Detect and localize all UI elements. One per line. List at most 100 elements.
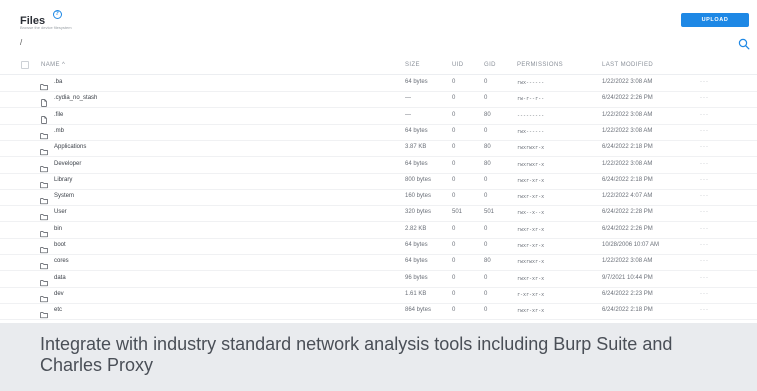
file-name[interactable]: System	[54, 193, 74, 199]
file-permissions: rwxr-xr-x	[517, 177, 545, 184]
file-modified: 6/24/2022 2:23 PM	[602, 290, 653, 297]
more-horizontal-icon[interactable]: ···	[700, 258, 709, 264]
more-horizontal-icon[interactable]: ···	[700, 95, 709, 101]
col-size-header[interactable]: SIZE	[405, 62, 420, 68]
file-size: 864 bytes	[405, 307, 432, 314]
file-name[interactable]: Library	[54, 177, 72, 183]
more-horizontal-icon[interactable]: ···	[700, 226, 709, 232]
more-horizontal-icon[interactable]: ···	[700, 291, 709, 297]
files-panel: Files ? Browse the device filesystem / U…	[0, 0, 757, 323]
folder-icon	[40, 127, 48, 140]
more-horizontal-icon[interactable]: ···	[700, 112, 709, 118]
file-permissions: rwxrwxr-x	[517, 145, 545, 152]
select-all-checkbox[interactable]	[21, 61, 29, 69]
file-permissions: rwxrwxr-x	[517, 161, 545, 168]
file-name[interactable]: boot	[54, 242, 66, 248]
file-permissions: ---------	[517, 112, 545, 119]
file-modified: 9/7/2021 10:44 PM	[602, 274, 653, 281]
file-uid: 0	[452, 225, 456, 232]
file-modified: 1/22/2022 3:08 AM	[602, 127, 653, 134]
file-gid: 80	[484, 111, 491, 118]
folder-icon	[40, 176, 48, 188]
more-horizontal-icon[interactable]: ···	[700, 161, 709, 167]
col-permissions-header[interactable]: PERMISSIONS	[517, 62, 563, 68]
folder-icon	[40, 306, 48, 319]
file-name[interactable]: Applications	[54, 144, 86, 150]
file-name[interactable]: .mb	[54, 128, 64, 134]
folder-icon	[40, 143, 48, 156]
file-gid: 501	[484, 209, 495, 216]
file-gid: 0	[484, 225, 488, 232]
file-modified: 1/22/2022 3:08 AM	[602, 258, 653, 265]
file-gid: 0	[484, 290, 488, 297]
file-size: 2.82 KB	[405, 225, 427, 232]
file-uid: 0	[452, 160, 456, 167]
folder-icon	[40, 290, 48, 303]
file-permissions: rwx------	[517, 80, 545, 86]
table-row[interactable]: Applications 3.87 KB 0 80 rwxrwxr-x 6/24/2022…	[0, 140, 757, 158]
file-gid: 0	[484, 95, 488, 102]
table-row[interactable]: User 320 bytes 501 501 rwx--x--x 6/24/2022 2:…	[0, 205, 757, 223]
file-uid: 0	[452, 274, 456, 281]
upload-button[interactable]: UPLOAD	[681, 13, 749, 27]
table-row[interactable]: .ba 64 bytes 0 0 rwx------ 1/22/2022 3:08 AM ·…	[0, 75, 757, 92]
folder-icon	[40, 241, 48, 254]
file-gid: 0	[484, 79, 488, 85]
file-modified: 1/22/2022 3:08 AM	[602, 111, 653, 118]
file-gid: 0	[484, 242, 488, 248]
file-name[interactable]: .ba	[54, 79, 62, 85]
table-row[interactable]: .file — 0 80 --------- 1/22/2022 3:08 AM ···	[0, 108, 757, 125]
table-row[interactable]: Developer 64 bytes 0 80 rwxrwxr-x 1/22/2022 3…	[0, 157, 757, 174]
info-circle-icon[interactable]: ?	[52, 10, 62, 19]
more-horizontal-icon[interactable]: ···	[700, 307, 709, 313]
file-name[interactable]: etc	[54, 307, 62, 313]
file-permissions: rwxr-xr-x	[517, 243, 545, 249]
more-horizontal-icon[interactable]: ···	[700, 144, 709, 150]
more-horizontal-icon[interactable]: ···	[700, 242, 709, 248]
table-row[interactable]: cores 64 bytes 0 80 rwxrwxr-x 1/22/2022 3:08 …	[0, 254, 757, 272]
table-row[interactable]: System 160 bytes 0 0 rwxr-xr-x 1/22/2022 4:07…	[0, 189, 757, 207]
table-row[interactable]: Library 800 bytes 0 0 rwxr-xr-x 6/24/2022 2:1…	[0, 173, 757, 190]
folder-icon	[40, 78, 48, 91]
file-name[interactable]: cores	[54, 258, 69, 264]
file-name[interactable]: dev	[54, 291, 64, 297]
file-uid: 0	[452, 144, 456, 151]
more-horizontal-icon[interactable]: ···	[700, 193, 709, 199]
file-size: 160 bytes	[405, 193, 432, 200]
file-uid: 0	[452, 79, 456, 85]
more-horizontal-icon[interactable]: ···	[700, 177, 709, 183]
file-name[interactable]: User	[54, 209, 67, 215]
file-permissions: rwxrwxr-x	[517, 259, 545, 266]
file-icon	[40, 94, 48, 108]
file-uid: 501	[452, 209, 463, 216]
col-name-header[interactable]: NAME ^	[41, 62, 65, 68]
feature-caption: Integrate with industry standard network…	[40, 334, 673, 375]
table-row[interactable]: data 96 bytes 0 0 rwxr-xr-x 9/7/2021 10:44 PM…	[0, 271, 757, 288]
file-name[interactable]: .cydia_no_stash	[54, 95, 97, 101]
search-icon[interactable]	[738, 38, 750, 50]
file-name[interactable]: data	[54, 275, 66, 281]
more-horizontal-icon[interactable]: ···	[700, 209, 709, 215]
file-uid: 0	[452, 242, 456, 248]
table-row[interactable]: .cydia_no_stash — 0 0 rw-r--r-- 6/24/2022 2:2…	[0, 91, 757, 109]
file-gid: 80	[484, 144, 491, 151]
table-row[interactable]: bin 2.82 KB 0 0 rwxr-xr-x 6/24/2022 2:26 PM ··…	[0, 222, 757, 239]
file-name[interactable]: .file	[54, 112, 63, 118]
col-modified-header[interactable]: LAST MODIFIED	[602, 62, 653, 68]
table-row[interactable]: dev 1.61 KB 0 0 r-xr-xr-x 6/24/2022 2:23 PM ··…	[0, 287, 757, 304]
folder-icon	[40, 257, 48, 270]
file-size: 1.61 KB	[405, 290, 427, 297]
col-gid-header[interactable]: GID	[484, 62, 496, 68]
table-row[interactable]: .mb 64 bytes 0 0 rwx------ 1/22/2022 3:08 AM ·…	[0, 124, 757, 141]
file-name[interactable]: bin	[54, 226, 62, 232]
file-name[interactable]: Developer	[54, 161, 81, 167]
table-row[interactable]: etc 864 bytes 0 0 rwxr-xr-x 6/24/2022 2:18 PM…	[0, 303, 757, 321]
table-row[interactable]: boot 64 bytes 0 0 rwxr-xr-x 10/28/2006 10:07 …	[0, 238, 757, 255]
more-horizontal-icon[interactable]: ···	[700, 275, 709, 281]
file-gid: 0	[484, 307, 488, 314]
more-horizontal-icon[interactable]: ···	[700, 79, 709, 85]
col-uid-header[interactable]: UID	[452, 62, 464, 68]
file-uid: 0	[452, 111, 456, 118]
file-uid: 0	[452, 258, 456, 265]
more-horizontal-icon[interactable]: ···	[700, 128, 709, 134]
